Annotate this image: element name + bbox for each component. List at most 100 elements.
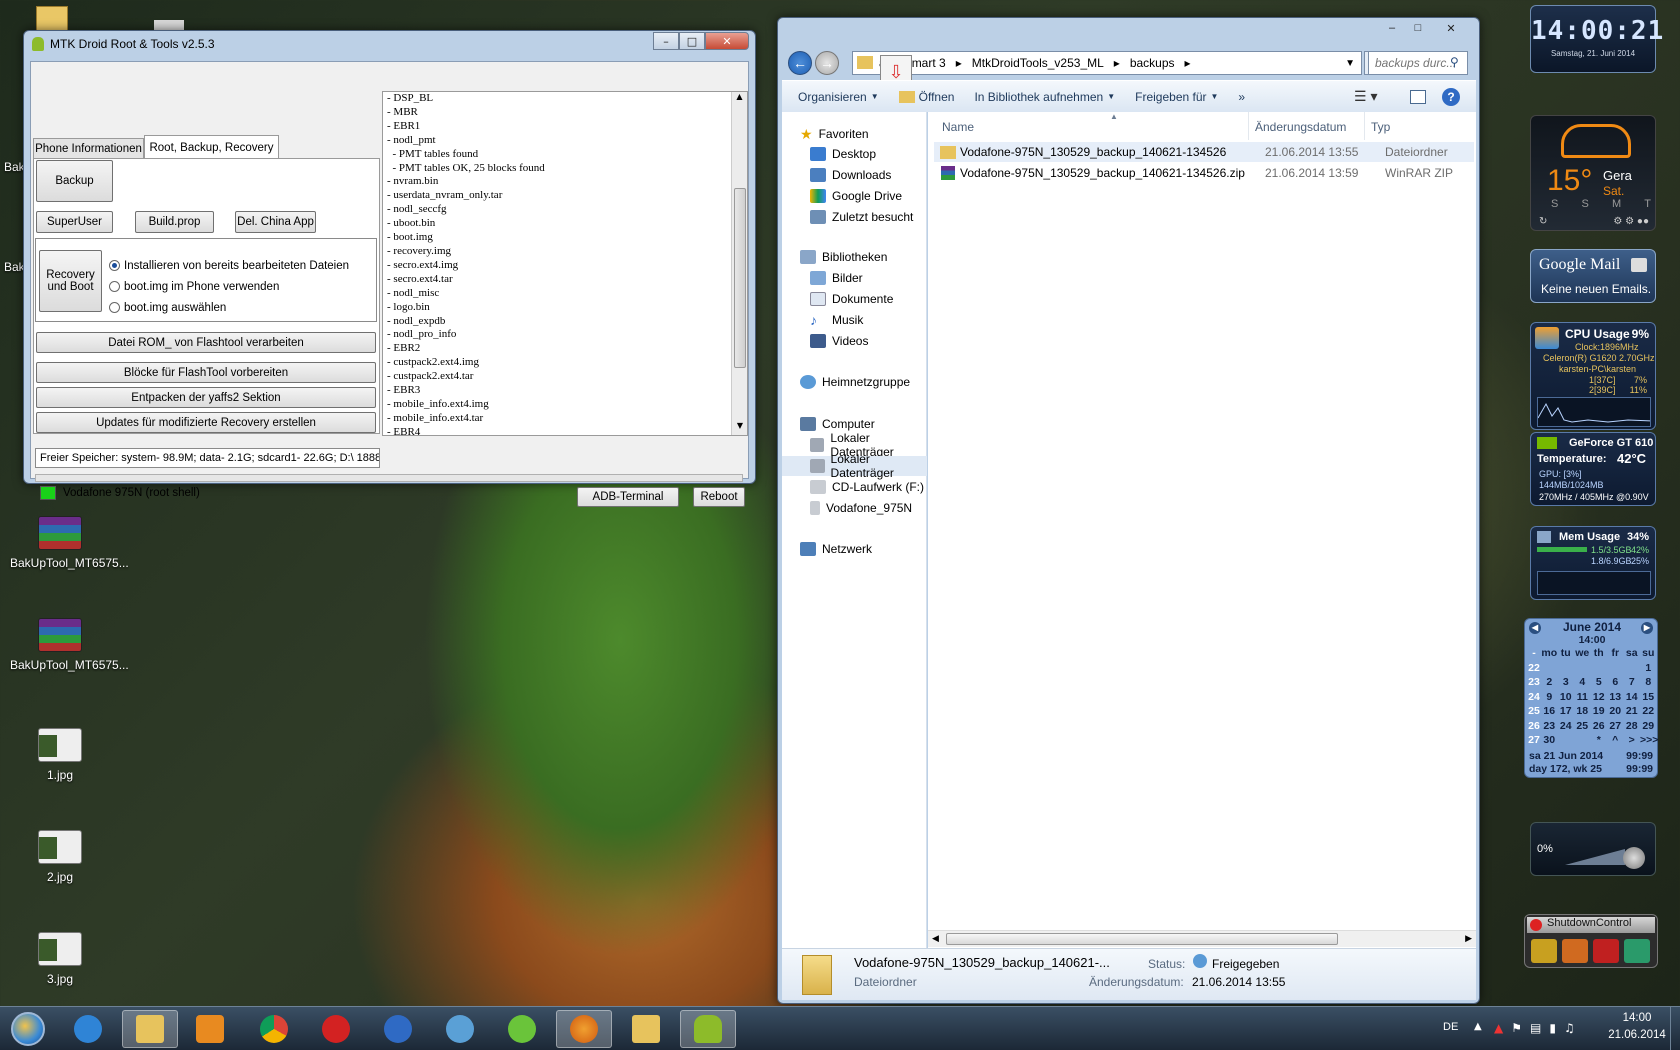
nav-desktop[interactable]: Desktop <box>810 144 876 164</box>
calendar-cell[interactable]: we <box>1574 647 1591 662</box>
chevron-down-icon[interactable]: ▼ <box>1345 58 1355 69</box>
nav-google-drive[interactable]: Google Drive <box>810 186 902 206</box>
nav-cd-drive[interactable]: CD-Laufwerk (F:) <box>810 477 924 497</box>
chevron-right-icon[interactable]: ▸ <box>1114 56 1120 70</box>
mtk-titlebar[interactable]: MTK Droid Root & Tools v2.5.3 <box>24 31 755 57</box>
standby-button[interactable] <box>1562 939 1588 963</box>
taskbar-network[interactable] <box>432 1010 488 1048</box>
organisieren-button[interactable]: Organisieren ▼ <box>798 90 879 104</box>
log-list[interactable]: - DSP_BL - MBR - EBR1- nodl_pmt - PMT tabl… <box>382 91 748 436</box>
volume-knob-icon[interactable] <box>1623 847 1645 869</box>
calendar-cell[interactable]: 17 <box>1558 705 1575 720</box>
more-button[interactable]: » <box>1238 90 1245 104</box>
log-scrollbar[interactable]: ▲ ▼ <box>731 92 747 435</box>
chevron-right-icon[interactable]: ▸ <box>956 56 962 70</box>
scroll-down-arrow[interactable]: ▼ <box>732 421 748 435</box>
nav-bilder[interactable]: Bilder <box>810 268 863 288</box>
volume-tray-icon[interactable]: ♫ <box>1564 1021 1575 1035</box>
free-space-field[interactable]: Freier Speicher: system- 98.9M; data- 2.… <box>35 448 380 468</box>
nav-homegroup[interactable]: Heimnetzgruppe <box>800 372 910 392</box>
calendar-cell[interactable]: 14 <box>1624 691 1641 706</box>
calendar-cell[interactable]: 26 <box>1527 720 1541 735</box>
taskbar-explorer[interactable] <box>122 1010 178 1048</box>
nav-videos[interactable]: Videos <box>810 331 868 351</box>
calendar-cell[interactable] <box>1591 662 1608 677</box>
volume-gadget[interactable]: 0% <box>1530 822 1656 876</box>
calendar-cell[interactable]: su <box>1640 647 1657 662</box>
taskbar-chrome[interactable] <box>246 1010 302 1048</box>
calendar-cell[interactable]: 5 <box>1591 676 1608 691</box>
calendar-cell[interactable]: 19 <box>1591 705 1608 720</box>
taskbar-android[interactable] <box>680 1010 736 1048</box>
calendar-cell[interactable] <box>1541 662 1558 677</box>
freigeben-button[interactable]: Freigeben für ▼ <box>1135 90 1218 104</box>
horizontal-scrollbar[interactable]: ◀ ▶ <box>928 930 1476 947</box>
calendar-cell[interactable]: 16 <box>1541 705 1558 720</box>
oeffnen-button[interactable]: Öffnen <box>898 90 954 104</box>
calendar-cell[interactable]: th <box>1591 647 1608 662</box>
taskbar-pdf[interactable] <box>308 1010 364 1048</box>
nav-bibliotheken[interactable]: Bibliotheken <box>800 247 887 267</box>
taskbar-internet-explorer[interactable] <box>60 1010 116 1048</box>
backup-button[interactable]: Backup <box>36 160 113 202</box>
scroll-up-arrow[interactable]: ▲ <box>732 92 747 106</box>
scroll-thumb[interactable] <box>946 933 1338 945</box>
calendar-cell[interactable]: 23 <box>1527 676 1541 691</box>
nav-dokumente[interactable]: Dokumente <box>810 289 893 309</box>
column-header-name[interactable]: Name <box>942 120 974 134</box>
superuser-button[interactable]: SuperUser <box>36 211 113 233</box>
calendar-cell[interactable]: ^ <box>1607 734 1624 749</box>
calendar-cell[interactable]: 6 <box>1607 676 1624 691</box>
weather-controls[interactable]: ↻ ⚙ ⚙ ●● <box>1539 216 1649 227</box>
clock-gadget[interactable]: 14:00:21 Samstag, 21. Juni 2014 <box>1530 5 1663 73</box>
calendar-cell[interactable]: 22 <box>1640 705 1657 720</box>
calendar-cell[interactable]: 30 <box>1541 734 1558 749</box>
calendar-cell[interactable]: 27 <box>1527 734 1541 749</box>
help-icon[interactable]: ? <box>1442 87 1460 106</box>
settings-icon[interactable]: ⚙ ⚙ ●● <box>1613 216 1649 227</box>
back-button[interactable]: ← <box>788 51 812 75</box>
calendar-cell[interactable]: 22 <box>1527 662 1541 677</box>
calendar-gadget[interactable]: ◀ June 2014 ▶ 14:00 - mo tu we th fr sa su 22 1 23… <box>1524 618 1658 778</box>
address-bar[interactable]: afon smart 3 ▸ MtkDroidTools_v253_ML ▸ bac… <box>852 51 1362 75</box>
calendar-cell[interactable]: 1 <box>1640 662 1657 677</box>
calendar-cell[interactable]: 8 <box>1640 676 1657 691</box>
calendar-cell[interactable]: 10 <box>1558 691 1575 706</box>
tab-phone-info[interactable]: Phone Informationen <box>33 138 144 158</box>
desktop-icon-topleft[interactable] <box>36 6 68 32</box>
calendar-cell[interactable]: fr <box>1607 647 1624 662</box>
reboot-button[interactable]: Reboot <box>693 487 745 507</box>
calendar-cell[interactable]: 3 <box>1558 676 1575 691</box>
tab-root-backup-recovery[interactable]: Root, Backup, Recovery <box>144 135 279 159</box>
taskbar-clock-time[interactable]: 14:00 <box>1612 1012 1662 1024</box>
calendar-cell[interactable]: 29 <box>1640 720 1657 735</box>
datei-rom-button[interactable]: Datei ROM_ von Flashtool verarbeiten <box>36 332 376 353</box>
breadcrumb-item[interactable]: MtkDroidTools_v253_ML <box>972 56 1104 70</box>
calendar-cell[interactable]: 18 <box>1574 705 1591 720</box>
bloecke-button[interactable]: Blöcke für FlashTool vorbereiten <box>36 362 376 383</box>
adb-terminal-button[interactable]: ADB-Terminal <box>577 487 679 507</box>
nav-favoriten[interactable]: ★ Favoriten <box>800 124 869 144</box>
power-tray-icon[interactable]: ▮ <box>1549 1021 1556 1035</box>
nav-vodafone-device[interactable]: Vodafone_975N <box>810 498 912 518</box>
close-button[interactable]: ✕ <box>705 32 749 50</box>
taskbar-folder[interactable] <box>618 1010 674 1048</box>
network-tray-icon[interactable]: ▤ <box>1530 1021 1541 1035</box>
taskbar-media-player[interactable] <box>182 1010 238 1048</box>
taskbar-utorrent[interactable] <box>494 1010 550 1048</box>
calendar-cell[interactable] <box>1558 662 1575 677</box>
column-header-type[interactable]: Typ <box>1371 120 1390 134</box>
calendar-cell[interactable]: 28 <box>1624 720 1641 735</box>
calendar-cell[interactable]: 15 <box>1640 691 1657 706</box>
calendar-cell[interactable]: 25 <box>1574 720 1591 735</box>
nav-local-disk-2[interactable]: Lokaler Datenträger <box>782 452 927 480</box>
calendar-cell[interactable]: 26 <box>1591 720 1608 735</box>
nav-downloads[interactable]: Downloads <box>810 165 891 185</box>
column-header-date[interactable]: Änderungsdatum <box>1255 120 1346 134</box>
calendar-cell[interactable]: 11 <box>1574 691 1591 706</box>
restart-button[interactable] <box>1624 939 1650 963</box>
scroll-left-arrow[interactable]: ◀ <box>932 933 939 944</box>
del-china-app-button[interactable]: Del. China App <box>235 211 316 233</box>
calendar-cell[interactable]: 23 <box>1541 720 1558 735</box>
taskbar-clock-date[interactable]: 21.06.2014 <box>1604 1029 1670 1041</box>
